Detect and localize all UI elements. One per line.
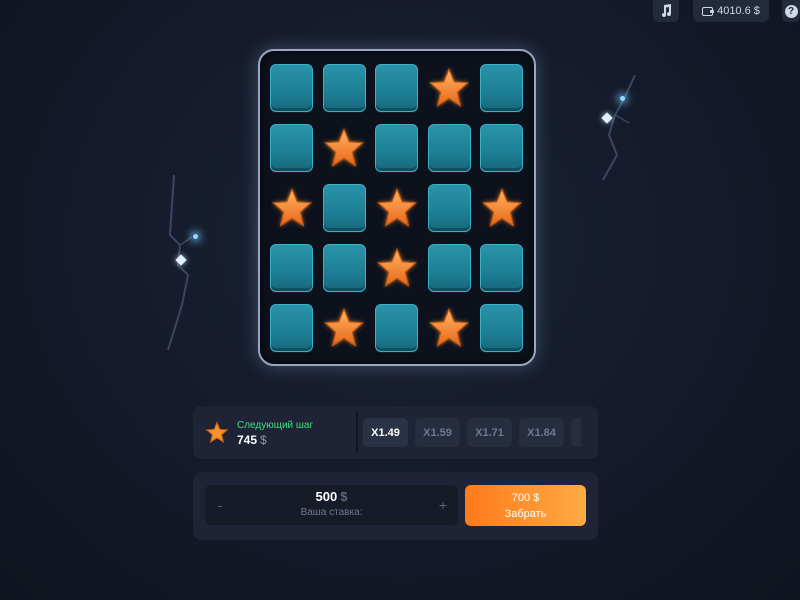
multiplier-chip: X1.59 bbox=[415, 418, 460, 447]
revealed-star-cell bbox=[428, 304, 471, 352]
hidden-tile[interactable] bbox=[427, 184, 471, 232]
next-step-amount: 745 bbox=[237, 433, 258, 447]
hidden-tile[interactable] bbox=[270, 244, 313, 292]
decrease-bet-button[interactable]: - bbox=[205, 485, 235, 525]
left-crack-decoration bbox=[167, 175, 193, 351]
divider bbox=[356, 412, 358, 452]
hidden-tile[interactable] bbox=[480, 124, 523, 172]
star-icon bbox=[429, 308, 469, 347]
star-icon bbox=[205, 421, 229, 444]
balance-display[interactable]: 4010.6 $ bbox=[693, 0, 769, 22]
bet-input-box: - 500 $ Ваша ставка: + bbox=[205, 485, 458, 525]
revealed-star-cell bbox=[375, 184, 418, 232]
hidden-tile[interactable] bbox=[427, 124, 471, 172]
star-icon bbox=[324, 128, 364, 167]
next-step-value: 745 $ bbox=[237, 433, 267, 447]
right-crack-decoration bbox=[602, 75, 636, 181]
multiplier-chip: X1.71 bbox=[467, 418, 512, 447]
next-step-currency: $ bbox=[260, 433, 267, 447]
hidden-tile[interactable] bbox=[480, 244, 523, 292]
increase-bet-button[interactable]: + bbox=[428, 485, 458, 525]
star-icon bbox=[376, 248, 417, 287]
cashout-label: Забрать bbox=[504, 507, 547, 520]
revealed-star-cell bbox=[428, 64, 471, 112]
bet-label: Ваша ставка: bbox=[300, 507, 363, 518]
bet-amount-value: 500 bbox=[315, 489, 338, 504]
help-icon: ? bbox=[784, 4, 798, 18]
balance-value: 4010.6 $ bbox=[717, 5, 760, 17]
hidden-tile[interactable] bbox=[322, 244, 366, 292]
hidden-tile[interactable] bbox=[427, 244, 471, 292]
hidden-tile[interactable] bbox=[270, 304, 313, 352]
hidden-tile[interactable] bbox=[270, 124, 313, 172]
multiplier-list: X1.49X1.59X1.71X1.84X1 bbox=[363, 418, 581, 447]
revealed-star-cell bbox=[323, 124, 366, 172]
wallet-icon bbox=[702, 6, 715, 16]
star-icon bbox=[481, 188, 522, 227]
cashout-amount: 700 $ bbox=[511, 491, 540, 504]
hidden-tile[interactable] bbox=[270, 64, 313, 112]
next-step-label: Следующий шаг bbox=[237, 420, 314, 431]
multiplier-chip: X1.84 bbox=[519, 418, 564, 447]
right-glow-dot bbox=[620, 96, 625, 101]
cashout-button[interactable]: 700 $ Забрать bbox=[465, 485, 586, 526]
hidden-tile[interactable] bbox=[375, 64, 418, 112]
star-icon bbox=[376, 188, 417, 227]
bet-currency: $ bbox=[340, 489, 348, 504]
multiplier-chip: X1.49 bbox=[363, 418, 408, 447]
hidden-tile[interactable] bbox=[375, 124, 418, 172]
next-step-panel: Следующий шаг 745$ X1.49X1.59X1.71X1.84X… bbox=[193, 406, 598, 459]
hidden-tile[interactable] bbox=[322, 184, 366, 232]
music-note-icon bbox=[662, 4, 671, 17]
star-icon bbox=[429, 68, 469, 107]
revealed-star-cell bbox=[480, 184, 523, 232]
star-icon bbox=[271, 188, 312, 227]
revealed-star-cell bbox=[323, 304, 366, 352]
multiplier-chip: X1 bbox=[571, 418, 581, 447]
revealed-star-cell bbox=[375, 244, 418, 292]
hidden-tile[interactable] bbox=[480, 304, 523, 352]
music-toggle-button[interactable] bbox=[653, 0, 679, 22]
game-board bbox=[258, 49, 536, 366]
hidden-tile[interactable] bbox=[375, 304, 418, 352]
hidden-tile[interactable] bbox=[322, 64, 366, 112]
bet-amount[interactable]: 500 $ bbox=[235, 489, 428, 504]
left-glow-dot bbox=[193, 234, 198, 239]
help-button[interactable]: ? bbox=[782, 0, 800, 22]
revealed-star-cell bbox=[270, 184, 313, 232]
bet-panel: - 500 $ Ваша ставка: + 700 $ Забрать bbox=[193, 472, 598, 540]
hidden-tile[interactable] bbox=[480, 64, 523, 112]
star-icon bbox=[324, 308, 364, 347]
